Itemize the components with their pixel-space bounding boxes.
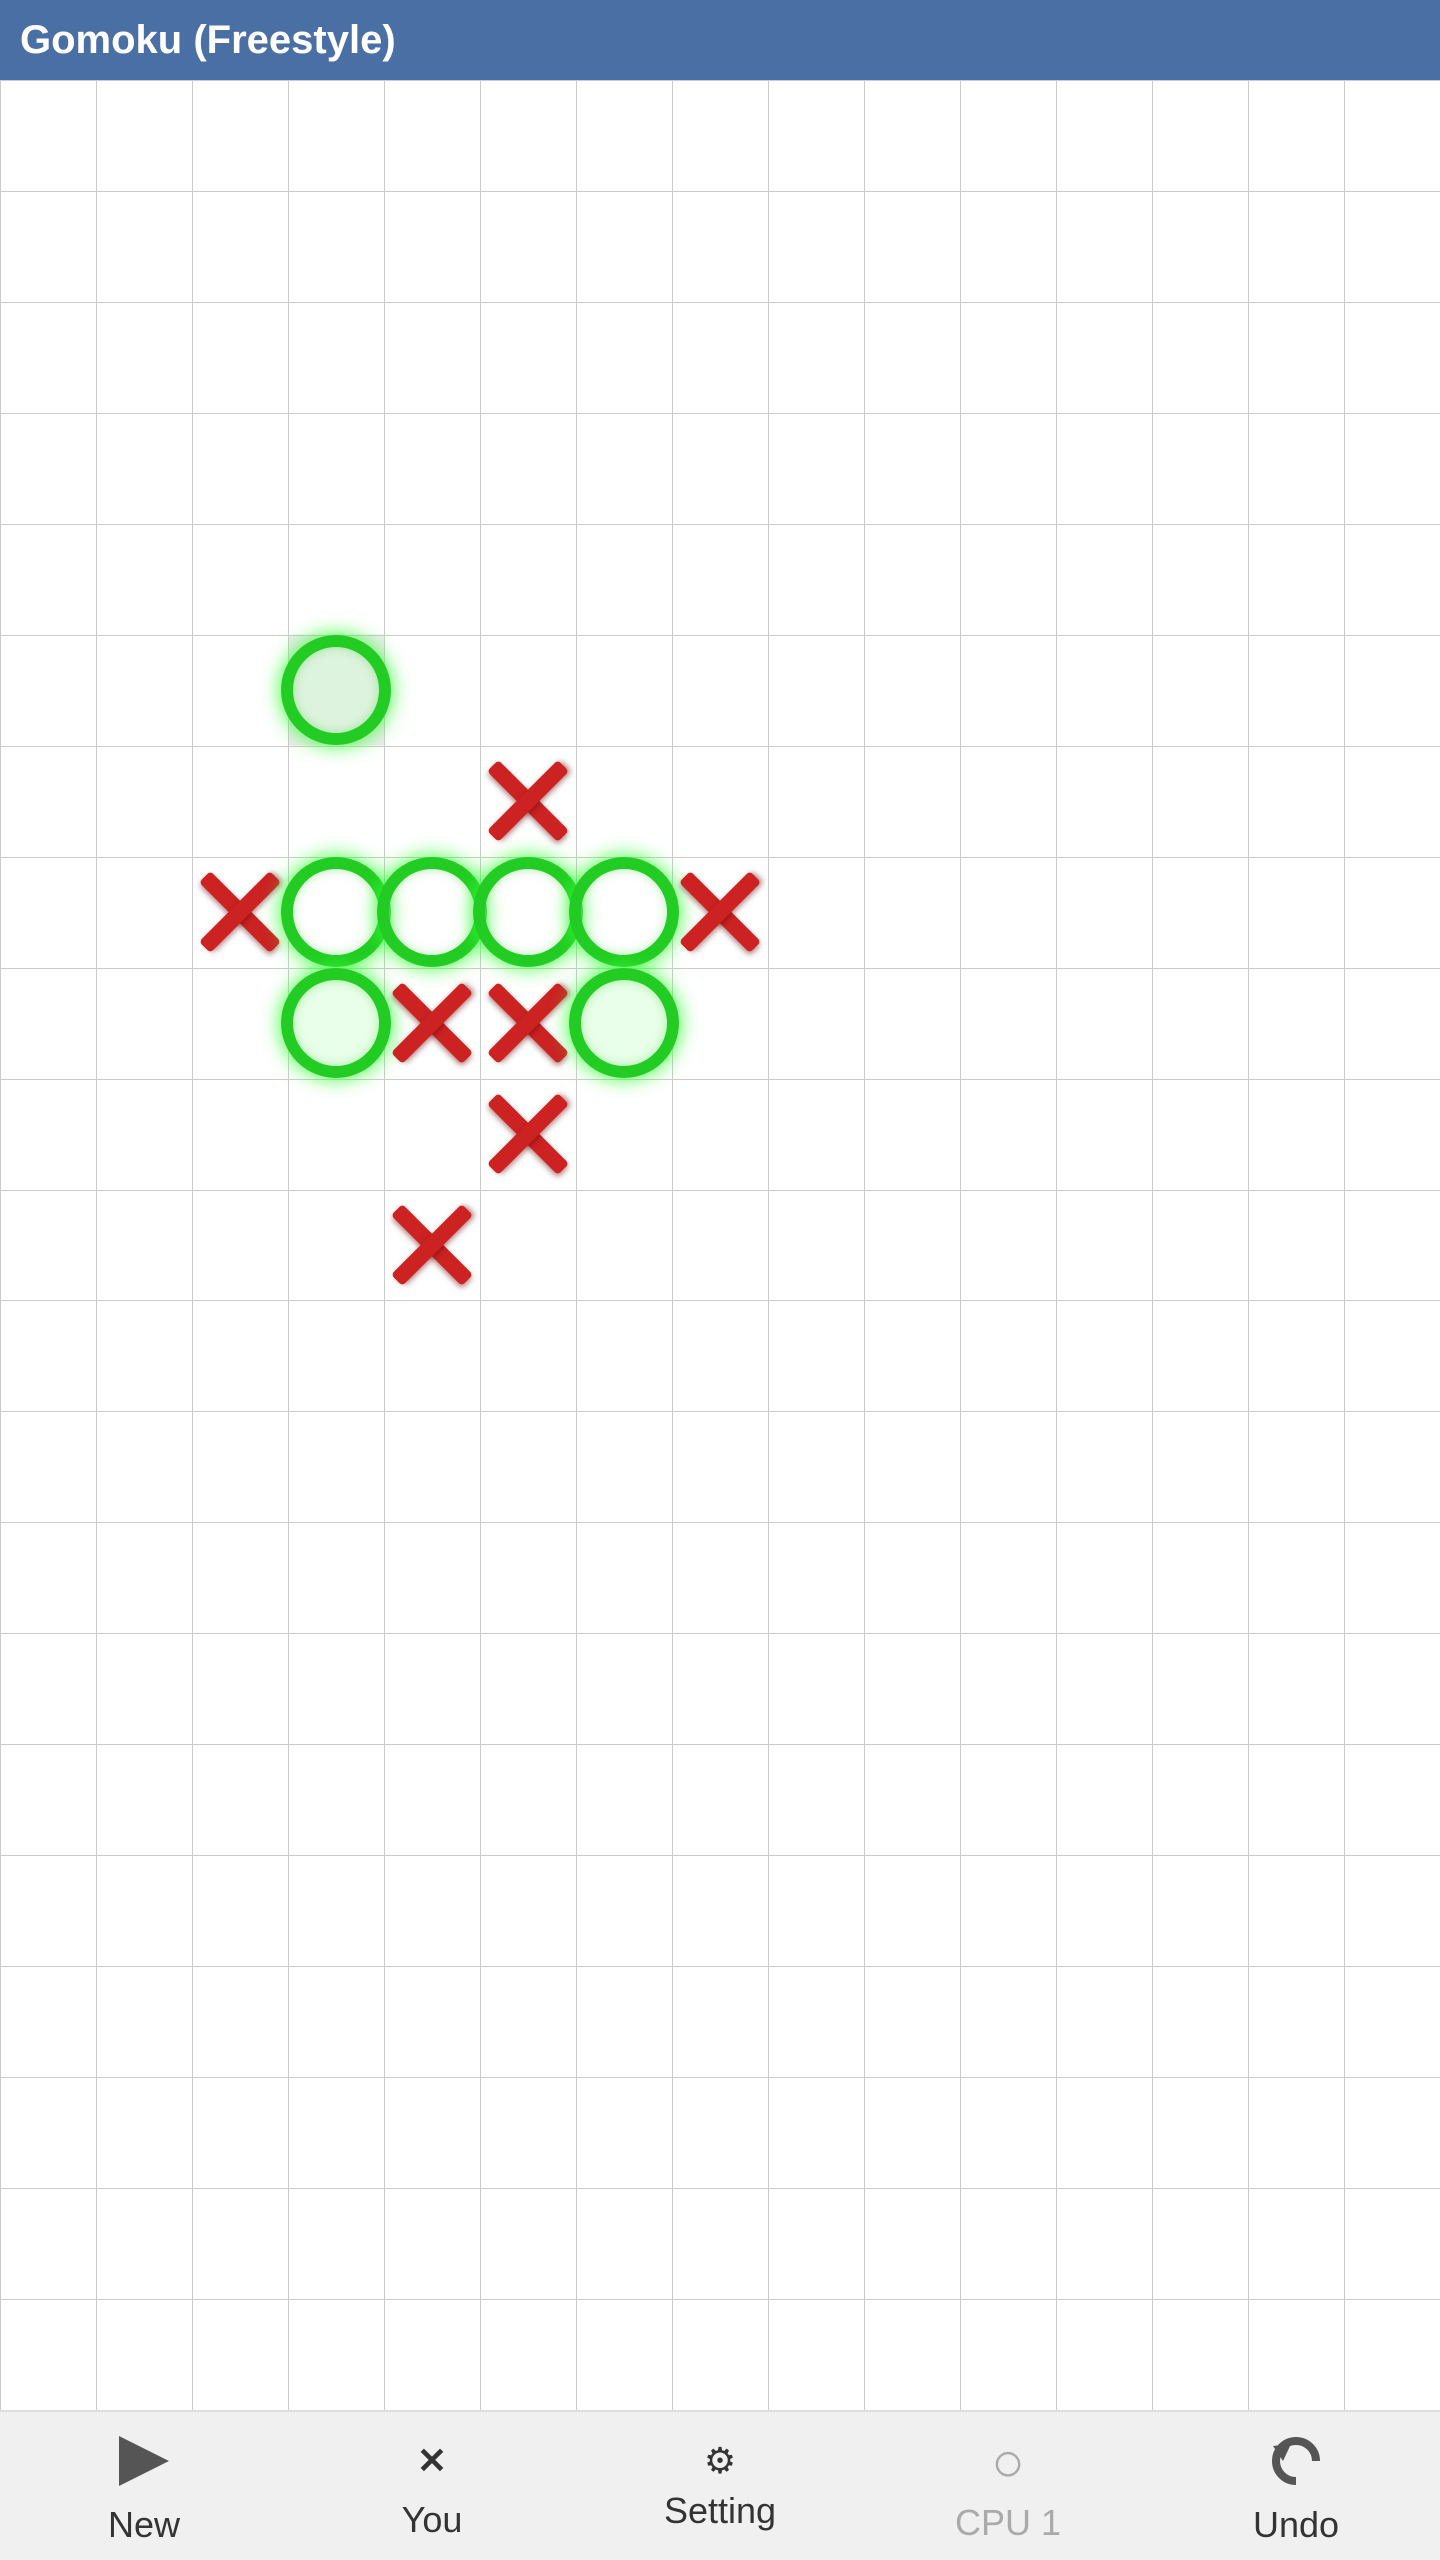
cpu1-label: CPU 1 — [955, 2502, 1061, 2544]
gear-icon: ⚙ — [704, 2440, 736, 2482]
piece-3[interactable] — [281, 857, 391, 967]
piece-10[interactable] — [478, 973, 578, 1073]
piece-0[interactable] — [281, 635, 391, 745]
piece-11[interactable] — [569, 968, 679, 1078]
piece-2[interactable] — [190, 862, 290, 962]
piece-7[interactable] — [670, 862, 770, 962]
piece-4[interactable] — [377, 857, 487, 967]
undo-button[interactable]: Undo — [1166, 2416, 1426, 2556]
undo-label: Undo — [1253, 2504, 1339, 2546]
piece-9[interactable] — [382, 973, 482, 1073]
piece-13[interactable] — [382, 1195, 482, 1295]
app-title: Gomoku (Freestyle) — [20, 18, 396, 63]
piece-12[interactable] — [478, 1084, 578, 1184]
new-label: New — [108, 2504, 180, 2546]
cpu1-icon: ○ — [991, 2429, 1025, 2494]
piece-6[interactable] — [569, 857, 679, 967]
you-label: You — [402, 2499, 463, 2541]
piece-5[interactable] — [473, 857, 583, 967]
you-button[interactable]: ✕ You — [302, 2416, 562, 2556]
pieces-layer[interactable] — [0, 80, 1440, 2410]
game-board[interactable] — [0, 80, 1440, 2410]
bottom-bar: New ✕ You ⚙ Setting ○ CPU 1 Undo — [0, 2410, 1440, 2560]
new-button[interactable]: New — [14, 2416, 274, 2556]
title-bar: Gomoku (Freestyle) — [0, 0, 1440, 80]
you-icon: ✕ — [402, 2431, 462, 2491]
piece-1[interactable] — [478, 751, 578, 851]
piece-8[interactable] — [281, 968, 391, 1078]
setting-label: Setting — [664, 2490, 776, 2532]
setting-button[interactable]: ⚙ Setting — [590, 2416, 850, 2556]
new-icon — [109, 2426, 179, 2496]
undo-icon — [1261, 2426, 1331, 2496]
cpu1-button[interactable]: ○ CPU 1 — [878, 2416, 1138, 2556]
